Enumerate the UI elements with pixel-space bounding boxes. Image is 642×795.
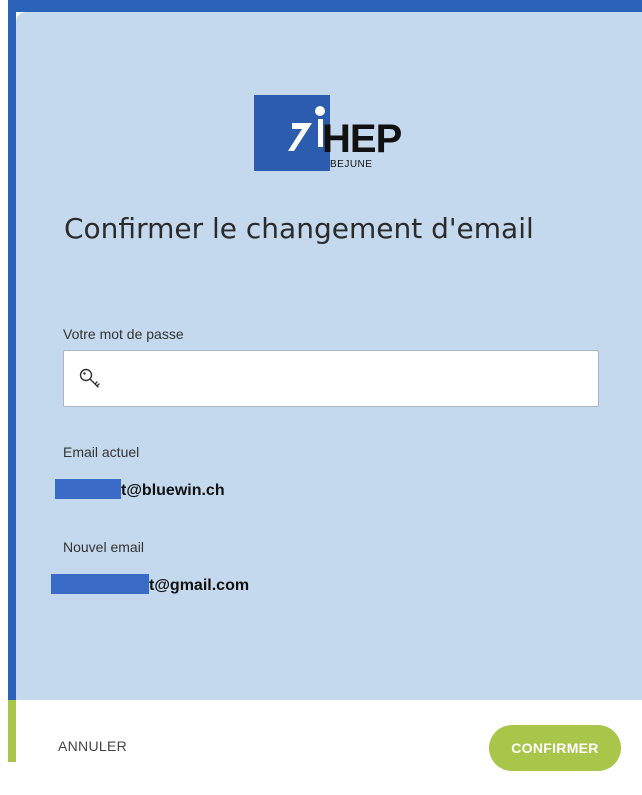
- key-icon: [79, 368, 100, 388]
- dialog-footer: ANNULER CONFIRMER: [16, 700, 642, 795]
- current-email-text: t@bluewin.ch: [121, 482, 225, 499]
- redaction-block: [55, 479, 121, 499]
- logo-subtext: BEJUNE: [330, 159, 373, 170]
- background-blue-edge: [8, 0, 16, 700]
- confirm-button[interactable]: CONFIRMER: [489, 725, 621, 771]
- logo-figure-icon: [288, 106, 325, 151]
- logo-text: HEP: [322, 117, 402, 161]
- confirm-email-dialog: HEP BEJUNE Confirmer le changement d'ema…: [16, 12, 642, 700]
- background-green-edge: [8, 700, 16, 762]
- password-input[interactable]: [112, 361, 586, 399]
- redaction-block: [51, 574, 149, 594]
- new-email-label: Nouvel email: [63, 539, 144, 555]
- password-field[interactable]: [63, 350, 599, 407]
- background-top-bar: [8, 0, 642, 12]
- current-email-value: t@bluewin.ch: [55, 479, 225, 500]
- new-email-text: t@gmail.com: [149, 577, 250, 594]
- dialog-title: Confirmer le changement d'email: [64, 212, 534, 245]
- password-label: Votre mot de passe: [63, 326, 184, 342]
- logo-emblem: [254, 95, 330, 171]
- cancel-button[interactable]: ANNULER: [58, 738, 127, 754]
- current-email-label: Email actuel: [63, 444, 140, 460]
- hep-bejune-logo: HEP BEJUNE: [254, 95, 424, 185]
- new-email-value: t@gmail.com: [51, 574, 250, 595]
